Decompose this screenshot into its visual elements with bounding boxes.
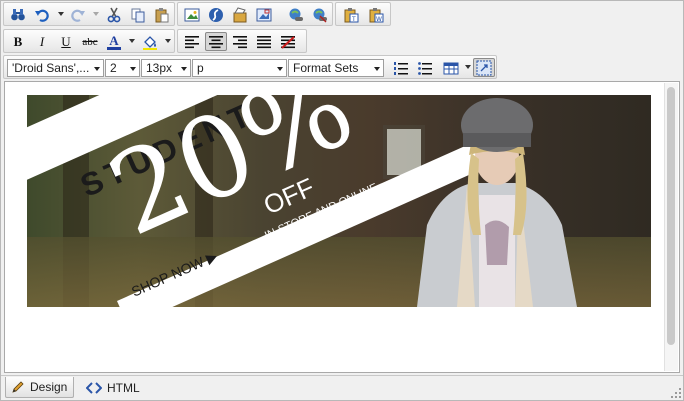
redo-icon bbox=[71, 9, 85, 22]
image-map-button[interactable] bbox=[253, 5, 275, 24]
align-left-icon bbox=[185, 35, 199, 48]
font-color-icon: A bbox=[109, 32, 119, 48]
undo-icon bbox=[35, 9, 49, 22]
paste-text-icon: T bbox=[344, 7, 359, 23]
paint-bucket-icon bbox=[143, 35, 157, 50]
copy-icon bbox=[131, 8, 145, 22]
tab-design[interactable]: Design bbox=[5, 377, 75, 398]
font-name-value: 'Droid Sans',... bbox=[12, 61, 90, 75]
tab-html[interactable]: HTML bbox=[81, 377, 146, 398]
paste-special-group: T W bbox=[335, 2, 391, 26]
align-right-icon bbox=[233, 35, 247, 48]
format-group: 'Droid Sans',... 2 13px p Format Sets bbox=[3, 55, 497, 79]
scrollbar-thumb[interactable] bbox=[667, 87, 675, 345]
insert-table-button[interactable] bbox=[440, 58, 462, 77]
binoculars-icon bbox=[11, 8, 25, 20]
undo-button[interactable] bbox=[31, 5, 53, 24]
format-sets-value: Format Sets bbox=[293, 61, 359, 75]
highlight-dropdown-caret[interactable] bbox=[165, 39, 171, 43]
insert-group bbox=[177, 2, 333, 26]
real-font-size-value: 13px bbox=[146, 61, 173, 75]
underline-button[interactable]: U bbox=[55, 32, 77, 51]
paragraph-select[interactable]: p bbox=[192, 59, 287, 77]
table-icon bbox=[443, 62, 459, 74]
font-color-button[interactable]: A bbox=[103, 32, 125, 51]
italic-button[interactable]: I bbox=[31, 32, 53, 51]
flash-icon bbox=[209, 7, 223, 22]
bold-button[interactable]: B bbox=[7, 32, 29, 51]
paragraph-value: p bbox=[197, 61, 204, 75]
svg-text:W: W bbox=[376, 16, 382, 23]
tab-design-label: Design bbox=[30, 380, 68, 394]
redo-dropdown-caret[interactable] bbox=[93, 12, 99, 16]
format-sets-select[interactable]: Format Sets bbox=[288, 59, 384, 77]
align-center-icon bbox=[209, 35, 223, 48]
unlink-icon bbox=[313, 8, 327, 22]
table-dropdown-caret[interactable] bbox=[465, 65, 471, 69]
paste-from-word-button[interactable]: W bbox=[365, 5, 387, 24]
bullet-list-icon bbox=[418, 61, 432, 75]
clear-formatting-button[interactable] bbox=[277, 32, 299, 51]
copy-button[interactable] bbox=[127, 5, 149, 24]
image-icon bbox=[184, 8, 200, 21]
rich-text-editor: T W B I U abc A 'Droid Sans',... 2 13px … bbox=[0, 0, 684, 401]
insert-flash-button[interactable] bbox=[205, 5, 227, 24]
real-font-size-select[interactable]: 13px bbox=[141, 59, 191, 77]
ordered-list-icon bbox=[394, 61, 408, 75]
undo-dropdown-caret[interactable] bbox=[58, 12, 64, 16]
paste-word-icon: W bbox=[369, 7, 384, 23]
paste-plain-text-button[interactable]: T bbox=[340, 5, 362, 24]
editor-content-area[interactable]: LIMITED TIME ONLY! STUDENT 20% OFF IN-ST… bbox=[4, 81, 680, 373]
svg-text:T: T bbox=[351, 16, 356, 23]
show-borders-icon bbox=[476, 60, 492, 75]
align-left-button[interactable] bbox=[181, 32, 203, 51]
font-style-group: B I U abc A bbox=[3, 29, 175, 53]
chevron-down-icon bbox=[181, 67, 187, 71]
mode-bar: Design HTML bbox=[1, 375, 683, 400]
strikethrough-button[interactable]: abc bbox=[79, 32, 101, 51]
model-figure bbox=[417, 98, 577, 307]
justify-icon bbox=[257, 35, 271, 48]
chevron-down-icon bbox=[94, 67, 100, 71]
promo-banner-image: LIMITED TIME ONLY! STUDENT 20% OFF IN-ST… bbox=[27, 95, 651, 307]
vertical-scrollbar[interactable] bbox=[664, 83, 678, 371]
cut-button[interactable] bbox=[103, 5, 125, 24]
justify-button[interactable] bbox=[253, 32, 275, 51]
tab-html-label: HTML bbox=[107, 380, 140, 395]
pencil-icon bbox=[11, 380, 25, 394]
remove-link-button[interactable] bbox=[309, 5, 331, 24]
show-borders-button[interactable] bbox=[473, 58, 495, 77]
align-center-button[interactable] bbox=[205, 32, 227, 51]
resize-grip-icon[interactable] bbox=[671, 388, 681, 398]
chevron-down-icon bbox=[374, 67, 380, 71]
chevron-down-icon bbox=[277, 67, 283, 71]
image-map-icon bbox=[256, 8, 272, 21]
clear-format-icon bbox=[281, 35, 295, 49]
align-right-button[interactable] bbox=[229, 32, 251, 51]
font-name-select[interactable]: 'Droid Sans',... bbox=[7, 59, 104, 77]
clipboard-icon bbox=[155, 7, 169, 22]
insert-link-button[interactable] bbox=[285, 5, 307, 24]
media-icon bbox=[233, 6, 247, 22]
paste-button[interactable] bbox=[151, 5, 173, 24]
alignment-group bbox=[177, 29, 307, 53]
font-size-select[interactable]: 2 bbox=[105, 59, 140, 77]
link-icon bbox=[289, 8, 303, 21]
chevron-down-icon bbox=[130, 67, 136, 71]
font-color-dropdown-caret[interactable] bbox=[129, 39, 135, 43]
bullet-list-button[interactable] bbox=[414, 58, 436, 77]
edit-group bbox=[3, 2, 175, 26]
ordered-list-button[interactable] bbox=[390, 58, 412, 77]
redo-button[interactable] bbox=[67, 5, 89, 24]
insert-image-button[interactable] bbox=[181, 5, 203, 24]
highlight-color-button[interactable] bbox=[139, 32, 161, 51]
font-size-value: 2 bbox=[110, 61, 117, 75]
font-color-swatch bbox=[107, 46, 121, 50]
scissors-icon bbox=[107, 7, 121, 22]
find-replace-button[interactable] bbox=[7, 5, 29, 24]
insert-media-button[interactable] bbox=[229, 5, 251, 24]
code-icon bbox=[86, 381, 102, 394]
